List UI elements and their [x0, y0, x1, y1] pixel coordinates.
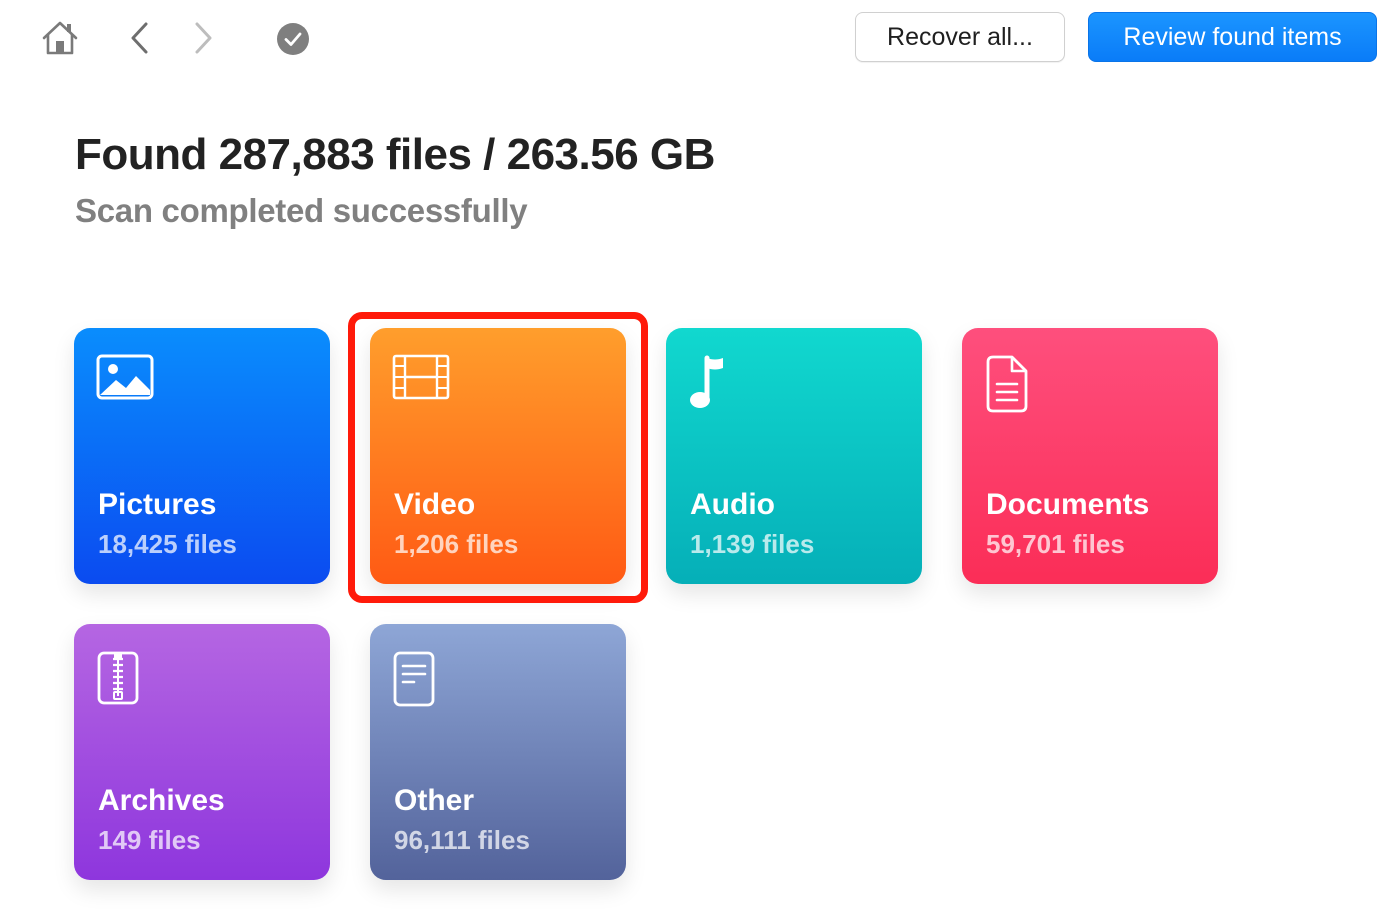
- back-button[interactable]: [120, 16, 160, 60]
- category-tile-video[interactable]: Video 1,206 files: [370, 328, 626, 584]
- category-tile-other[interactable]: Other 96,111 files: [370, 624, 626, 880]
- forward-button[interactable]: [183, 16, 223, 60]
- review-found-items-button[interactable]: Review found items: [1088, 12, 1377, 62]
- archive-zip-icon: [96, 650, 162, 712]
- recover-all-button[interactable]: Recover all...: [855, 12, 1065, 62]
- home-icon: [42, 21, 78, 55]
- chevron-left-icon: [131, 22, 148, 54]
- music-note-icon: [688, 354, 754, 416]
- file-text-icon: [392, 650, 458, 712]
- document-icon: [984, 354, 1050, 416]
- category-file-count: 59,701 files: [986, 529, 1125, 559]
- category-name: Documents: [986, 488, 1150, 521]
- film-icon: [392, 354, 458, 416]
- category-tile-documents[interactable]: Documents 59,701 files: [962, 328, 1218, 584]
- category-file-count: 18,425 files: [98, 529, 237, 559]
- category-file-count: 1,139 files: [690, 529, 815, 559]
- chevron-right-icon: [195, 22, 212, 54]
- category-name: Pictures: [98, 488, 217, 521]
- page-title: Found 287,883 files / 263.56 GB: [75, 130, 715, 179]
- category-name: Archives: [98, 784, 225, 817]
- checkmark-circle-icon: [277, 23, 309, 55]
- scan-status-text: Scan completed successfully: [75, 192, 528, 229]
- category-name: Other: [394, 784, 475, 817]
- home-button[interactable]: [36, 16, 84, 60]
- scan-results-window: Recover all... Review found items Found …: [0, 0, 1394, 912]
- category-tile-archives[interactable]: Archives 149 files: [74, 624, 330, 880]
- category-file-count: 149 files: [98, 825, 201, 855]
- category-file-count: 96,111 files: [394, 825, 530, 855]
- category-file-count: 1,206 files: [394, 529, 519, 559]
- category-name: Video: [394, 488, 476, 521]
- category-name: Audio: [690, 488, 775, 521]
- category-tile-pictures[interactable]: Pictures 18,425 files: [74, 328, 330, 584]
- scan-complete-status: [274, 20, 312, 58]
- image-icon: [96, 354, 162, 416]
- category-tile-audio[interactable]: Audio 1,139 files: [666, 328, 922, 584]
